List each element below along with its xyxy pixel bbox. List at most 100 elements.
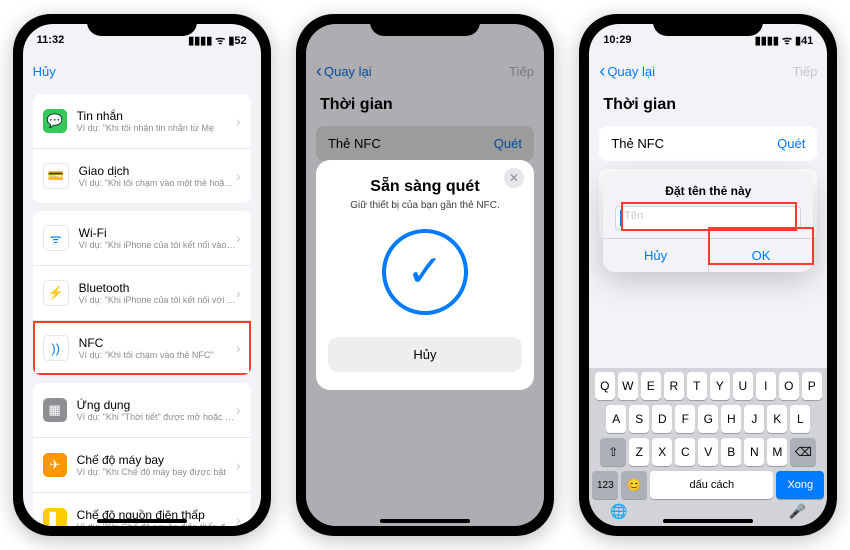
key-C[interactable]: C	[675, 438, 695, 466]
key-V[interactable]: V	[698, 438, 718, 466]
scan-title: Sẵn sàng quét	[328, 178, 522, 196]
key-T[interactable]: T	[687, 372, 707, 400]
key-H[interactable]: H	[721, 405, 741, 433]
wifi-icon: ᯤ	[782, 33, 792, 48]
row-title: NFC	[79, 336, 236, 350]
input-placeholder: Tên	[624, 210, 643, 222]
scan-sheet: ✕ Sẵn sàng quét Giữ thiết bị của bạn gần…	[316, 160, 534, 390]
alert-ok-button[interactable]: OK	[708, 239, 814, 272]
nav-bar: Hủy	[23, 56, 261, 86]
trigger-row[interactable]: ⚡ Bluetooth Ví dụ: "Khi iPhone của tôi k…	[33, 265, 251, 320]
key-U[interactable]: U	[733, 372, 753, 400]
emoji-key[interactable]: 😊	[621, 471, 647, 499]
key-K[interactable]: K	[767, 405, 787, 433]
globe-icon[interactable]: 🌐	[610, 503, 627, 520]
key-P[interactable]: P	[802, 372, 822, 400]
back-button[interactable]: ‹Quay lại	[599, 62, 655, 80]
screen-3: 10:29 ▮▮▮▮ ᯤ ▮41 ‹Quay lại Tiếp Thời gia…	[589, 24, 827, 526]
row-subtitle: Ví dụ: "Khi iPhone của tôi kết nối với A…	[79, 295, 236, 305]
home-indicator[interactable]	[380, 519, 470, 523]
shift-key[interactable]: ⇧	[600, 438, 626, 466]
chevron-right-icon: ›	[236, 457, 241, 473]
row-icon: ))	[43, 335, 69, 361]
row-subtitle: Ví dụ: "Khi tôi chạm vào thẻ NFC"	[79, 350, 236, 360]
key-F[interactable]: F	[675, 405, 695, 433]
key-Z[interactable]: Z	[629, 438, 649, 466]
row-subtitle: Ví dụ: "Khi tôi nhận tin nhắn từ Mẹ	[77, 123, 236, 133]
key-X[interactable]: X	[652, 438, 672, 466]
alert-cancel-button[interactable]: Hủy	[603, 239, 708, 272]
row-icon: ▋	[43, 508, 67, 526]
trigger-row[interactable]: ▦ Ứng dụng Ví dụ: "Khi "Thời tiết" được …	[33, 383, 251, 437]
space-key[interactable]: dấu cách	[650, 471, 773, 499]
row-subtitle: Ví dụ: "Khi tôi chạm vào một thẻ hoặc vé…	[79, 178, 236, 188]
chevron-right-icon: ›	[236, 285, 241, 301]
numeric-key[interactable]: 123	[592, 471, 618, 499]
list-group: ▦ Ứng dụng Ví dụ: "Khi "Thời tiết" được …	[33, 383, 251, 526]
key-S[interactable]: S	[629, 405, 649, 433]
trigger-row[interactable]: 💬 Tin nhắn Ví dụ: "Khi tôi nhận tin nhắn…	[33, 94, 251, 148]
key-R[interactable]: R	[664, 372, 684, 400]
row-icon: 💬	[43, 109, 67, 133]
row-title: Ứng dụng	[77, 398, 236, 412]
backspace-key[interactable]: ⌫	[790, 438, 816, 466]
trigger-row[interactable]: ✈ Chế độ máy bay Ví dụ: "Khi Chế độ máy …	[33, 437, 251, 492]
key-E[interactable]: E	[641, 372, 661, 400]
status-time: 10:29	[603, 34, 631, 46]
chevron-right-icon: ›	[236, 168, 241, 184]
cancel-button[interactable]: Hủy	[33, 64, 56, 79]
trigger-list: 💬 Tin nhắn Ví dụ: "Khi tôi nhận tin nhắn…	[23, 94, 261, 526]
chevron-right-icon: ›	[236, 113, 241, 129]
key-I[interactable]: I	[756, 372, 776, 400]
notch	[370, 14, 480, 36]
row-title: Tin nhắn	[77, 109, 236, 123]
key-A[interactable]: A	[606, 405, 626, 433]
key-J[interactable]: J	[744, 405, 764, 433]
chevron-left-icon: ‹	[599, 62, 605, 80]
phone-2: ‹Quay lại Tiếp Thời gian Thẻ NFC Quét Ch…	[296, 14, 554, 536]
screen-2: ‹Quay lại Tiếp Thời gian Thẻ NFC Quét Ch…	[306, 24, 544, 526]
row-icon: ᯤ	[43, 225, 69, 251]
notch	[87, 14, 197, 36]
key-B[interactable]: B	[721, 438, 741, 466]
row-subtitle: Ví dụ: "Khi "Thời tiết" được mở hoặc đón…	[77, 412, 236, 422]
key-N[interactable]: N	[744, 438, 764, 466]
key-Y[interactable]: Y	[710, 372, 730, 400]
trigger-row[interactable]: ᯤ Wi-Fi Ví dụ: "Khi iPhone của tôi kết n…	[33, 211, 251, 265]
battery-icon: ▮52	[228, 34, 246, 47]
list-group: 💬 Tin nhắn Ví dụ: "Khi tôi nhận tin nhắn…	[33, 94, 251, 203]
wifi-icon: ᯤ	[215, 33, 225, 48]
row-title: Chế độ máy bay	[77, 453, 236, 467]
keyboard[interactable]: QWERTYUIOP ASDFGHJKL ⇧ZXCVBNM⌫ 123😊dấu cách…	[589, 368, 827, 526]
key-Q[interactable]: Q	[595, 372, 615, 400]
nfc-tag-row[interactable]: Thẻ NFC Quét	[599, 126, 817, 161]
alert-title: Đặt tên thẻ này	[603, 172, 813, 206]
mic-icon[interactable]: 🎤	[789, 503, 806, 520]
close-button[interactable]: ✕	[504, 168, 524, 188]
trigger-row[interactable]: )) NFC Ví dụ: "Khi tôi chạm vào thẻ NFC"…	[33, 320, 251, 375]
chevron-right-icon: ›	[236, 340, 241, 356]
scan-cancel-button[interactable]: Hủy	[328, 337, 522, 372]
chevron-right-icon: ›	[236, 512, 241, 526]
next-button[interactable]: Tiếp	[793, 64, 818, 79]
tag-name-input[interactable]: Tên	[615, 206, 801, 230]
row-icon: ▦	[43, 398, 67, 422]
scan-status-circle: ✓	[382, 229, 468, 315]
trigger-row[interactable]: 💳 Giao dịch Ví dụ: "Khi tôi chạm vào một…	[33, 148, 251, 203]
key-L[interactable]: L	[790, 405, 810, 433]
key-M[interactable]: M	[767, 438, 787, 466]
notch	[653, 14, 763, 36]
home-indicator[interactable]	[663, 519, 753, 523]
nfc-label: Thẻ NFC	[611, 136, 664, 151]
nav-bar: ‹Quay lại Tiếp	[589, 56, 827, 86]
scan-action[interactable]: Quét	[777, 136, 805, 151]
done-key[interactable]: Xong	[776, 471, 824, 499]
row-subtitle: Ví dụ: "Khi iPhone của tôi kết nối vào W…	[79, 240, 236, 250]
key-D[interactable]: D	[652, 405, 672, 433]
list-group: ᯤ Wi-Fi Ví dụ: "Khi iPhone của tôi kết n…	[33, 211, 251, 375]
home-indicator[interactable]	[97, 519, 187, 523]
text-cursor	[620, 210, 622, 226]
key-W[interactable]: W	[618, 372, 638, 400]
key-O[interactable]: O	[779, 372, 799, 400]
key-G[interactable]: G	[698, 405, 718, 433]
